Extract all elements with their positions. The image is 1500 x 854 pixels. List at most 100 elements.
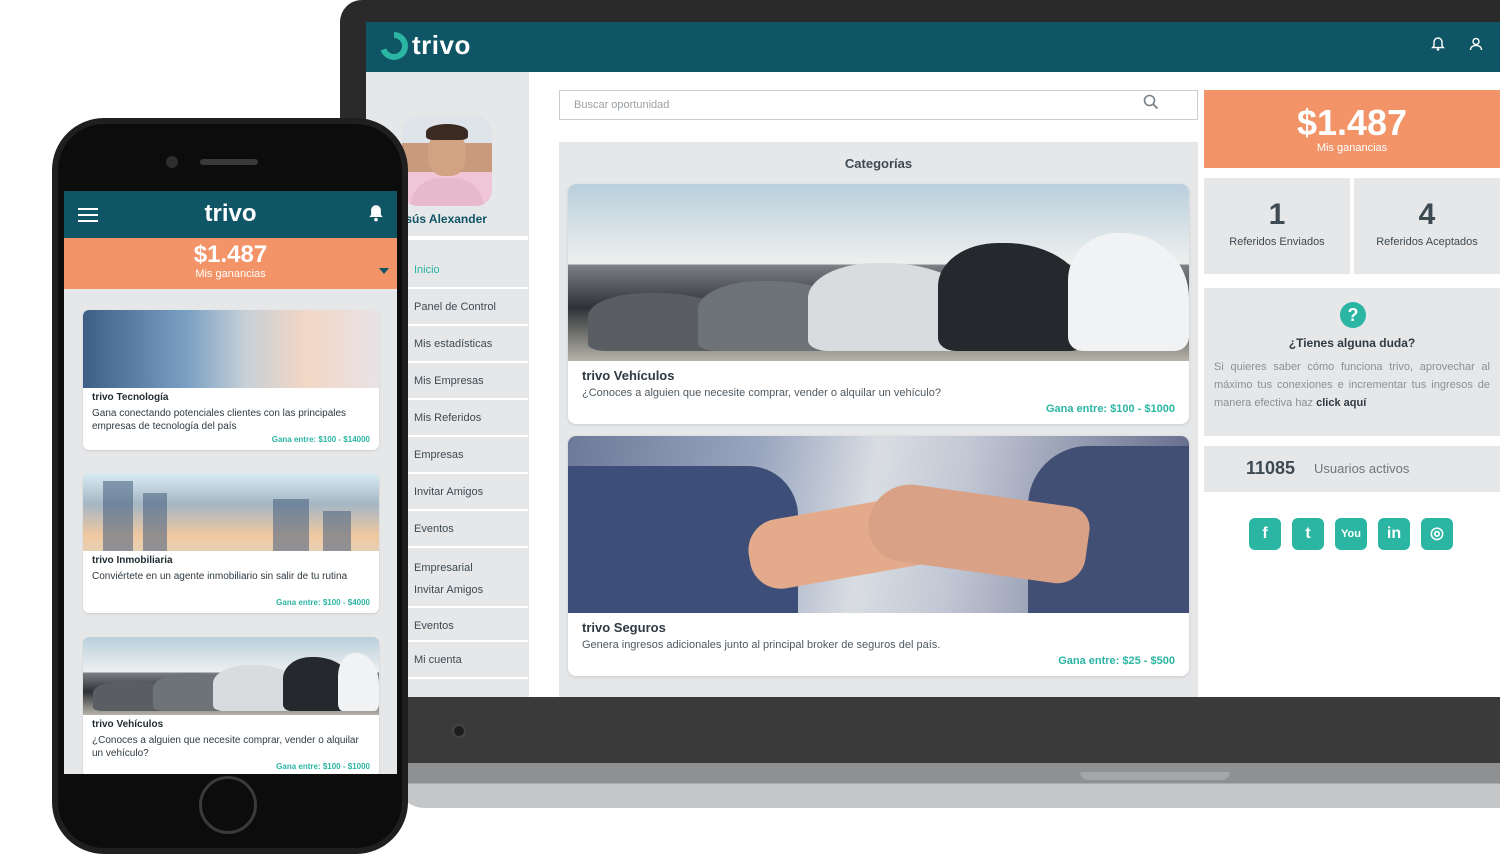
- building-shape: [273, 499, 309, 551]
- youtube-icon[interactable]: You: [1335, 518, 1367, 550]
- phone-logo: trivo: [204, 200, 257, 227]
- laptop-trackpad-dot: [452, 724, 466, 738]
- card-description: Genera ingresos adicionales junto al pri…: [582, 639, 941, 651]
- building-shape: [103, 481, 133, 551]
- logo-ring-icon: [380, 31, 408, 60]
- logo-text: trivo: [412, 30, 471, 60]
- phone-earnings-bar[interactable]: $1.487 Mis ganancias: [64, 238, 397, 289]
- category-card-vehiculos[interactable]: trivo Vehículos ¿Conoces a alguien que n…: [568, 184, 1189, 424]
- buildings-image: [83, 473, 379, 551]
- card-title: trivo Vehículos: [92, 719, 164, 730]
- help-text: Si quieres saber cómo funciona trivo, ap…: [1214, 358, 1490, 412]
- earnings-label: Mis ganancias: [195, 268, 266, 280]
- laptop-notch: [1080, 772, 1230, 780]
- stat-referrals-sent[interactable]: 1 Referidos Enviados: [1204, 178, 1350, 274]
- phone-camera: [166, 156, 178, 168]
- card-description: Gana conectando potenciales clientes con…: [92, 408, 347, 432]
- car-shape: [338, 653, 379, 711]
- earnings-label: Mis ganancias: [1316, 142, 1388, 154]
- help-title: ¿Tienes alguna duda?: [1288, 336, 1416, 350]
- user-profile-icon[interactable]: [1467, 36, 1485, 54]
- card-description: Conviértete en un agente inmobiliario si…: [92, 571, 348, 582]
- phone-card-tecnologia[interactable]: trivo Tecnología Gana conectando potenci…: [83, 310, 379, 450]
- car-shape: [938, 243, 1088, 351]
- sidebar-item-mi-cuenta[interactable]: Mi cuenta: [408, 642, 528, 679]
- card-description: ¿Conoces a alguien que necesite comprar,…: [92, 735, 359, 759]
- stat-value: 4: [1418, 198, 1436, 231]
- sidebar-divider: [406, 236, 528, 240]
- building-shape: [143, 493, 167, 551]
- right-panel: $1.487 Mis ganancias 1 Referidos Enviado…: [1199, 72, 1500, 697]
- card-title: trivo Inmobiliaria: [92, 555, 173, 566]
- linkedin-icon[interactable]: in: [1378, 518, 1410, 550]
- question-icon: ?: [1340, 302, 1366, 328]
- cars-image: [83, 637, 379, 715]
- avatar-hair: [426, 124, 468, 140]
- card-earnings: Gana entre: $100 - $1000: [1045, 403, 1175, 415]
- search-icon[interactable]: [1143, 94, 1159, 110]
- trivo-logo[interactable]: trivo: [380, 30, 471, 61]
- stat-label: Referidos Aceptados: [1376, 236, 1478, 248]
- stat-label: Referidos Enviados: [1229, 236, 1325, 248]
- avatar[interactable]: [402, 116, 492, 206]
- mockup-stage: trivo Jesús Alexander Inicio Panel de Co…: [0, 0, 1500, 854]
- building-shape: [323, 511, 351, 551]
- earnings-amount: $1.487: [193, 241, 268, 268]
- active-users-label: Usuarios activos: [1314, 461, 1410, 476]
- active-users-box: 11085 Usuarios activos: [1204, 446, 1500, 492]
- sidebar-item-empresarial[interactable]: Empresarial: [408, 548, 528, 578]
- card-earnings: Gana entre: $25 - $500: [1058, 655, 1175, 667]
- top-navbar: trivo: [366, 22, 1500, 72]
- sidebar-item-panel-de-control[interactable]: Panel de Control: [408, 289, 528, 326]
- car-shape: [1068, 233, 1189, 351]
- card-title: trivo Seguros: [582, 620, 666, 635]
- search-input[interactable]: Buscar oportunidad: [559, 90, 1198, 120]
- laptop-base: [395, 696, 1500, 808]
- bell-icon[interactable]: [1429, 36, 1447, 54]
- user-name: Jesús Alexander: [406, 212, 487, 226]
- categories-panel: Categorías trivo Vehículos ¿Conoces a al…: [559, 142, 1198, 697]
- sidebar-item-invitar-amigos-2[interactable]: Invitar Amigos: [408, 578, 528, 608]
- categories-title: Categorías: [844, 156, 913, 171]
- chevron-down-icon[interactable]: [379, 268, 389, 274]
- tech-image: [83, 310, 379, 388]
- earnings-box[interactable]: $1.487 Mis ganancias: [1204, 90, 1500, 168]
- sidebar-item-empresas[interactable]: Empresas: [408, 437, 528, 474]
- phone-screen: trivo $1.487 Mis ganancias trivo Tecnolo…: [64, 191, 397, 774]
- sidebar-item-mis-referidos[interactable]: Mis Referidos: [408, 400, 528, 437]
- facebook-icon[interactable]: f: [1249, 518, 1281, 550]
- bell-icon[interactable]: [367, 203, 385, 228]
- sidebar-item-eventos-2[interactable]: Eventos: [408, 608, 528, 642]
- instagram-icon[interactable]: ◎: [1421, 518, 1453, 550]
- sidebar-item-mis-estadisticas[interactable]: Mis estadísticas: [408, 326, 528, 363]
- card-title: trivo Vehículos: [582, 368, 675, 383]
- sidebar-item-mis-empresas[interactable]: Mis Empresas: [408, 363, 528, 400]
- active-users-count: 11085: [1246, 458, 1296, 478]
- sidebar-item-eventos[interactable]: Eventos: [408, 511, 528, 548]
- laptop-screen: trivo Jesús Alexander Inicio Panel de Co…: [366, 22, 1500, 697]
- social-links: f t You in ◎: [1249, 518, 1453, 550]
- twitter-icon[interactable]: t: [1292, 518, 1324, 550]
- card-description: ¿Conoces a alguien que necesite comprar,…: [582, 387, 941, 399]
- card-earnings: Gana entre: $100 - $14000: [271, 435, 370, 444]
- stat-value: 1: [1268, 198, 1286, 231]
- card-title: trivo Tecnología: [92, 392, 169, 403]
- phone-navbar: trivo: [64, 191, 397, 238]
- sidebar-item-invitar-amigos[interactable]: Invitar Amigos: [408, 474, 528, 511]
- phone-speaker: [200, 159, 258, 165]
- sidebar-menu: Inicio Panel de Control Mis estadísticas…: [408, 252, 528, 679]
- card-earnings: Gana entre: $100 - $1000: [276, 762, 370, 771]
- stat-referrals-accepted[interactable]: 4 Referidos Aceptados: [1354, 178, 1500, 274]
- earnings-amount: $1.487: [1296, 102, 1408, 143]
- phone-card-vehiculos[interactable]: trivo Vehículos ¿Conoces a alguien que n…: [83, 637, 379, 774]
- category-card-seguros[interactable]: trivo Seguros Genera ingresos adicionale…: [568, 436, 1189, 676]
- cars-image: [568, 184, 1189, 361]
- card-earnings: Gana entre: $100 - $4000: [276, 598, 370, 607]
- help-link[interactable]: click aquí: [1316, 397, 1366, 409]
- sidebar-item-inicio[interactable]: Inicio: [408, 252, 528, 289]
- help-box: ? ¿Tienes alguna duda? Si quieres saber …: [1204, 288, 1500, 436]
- phone-card-inmobiliaria[interactable]: trivo Inmobiliaria Conviértete en un age…: [83, 473, 379, 613]
- phone-home-button[interactable]: [199, 776, 257, 834]
- main-content: Buscar oportunidad Categorías trivo Vehí…: [529, 72, 1199, 697]
- handshake-image: [568, 436, 1189, 613]
